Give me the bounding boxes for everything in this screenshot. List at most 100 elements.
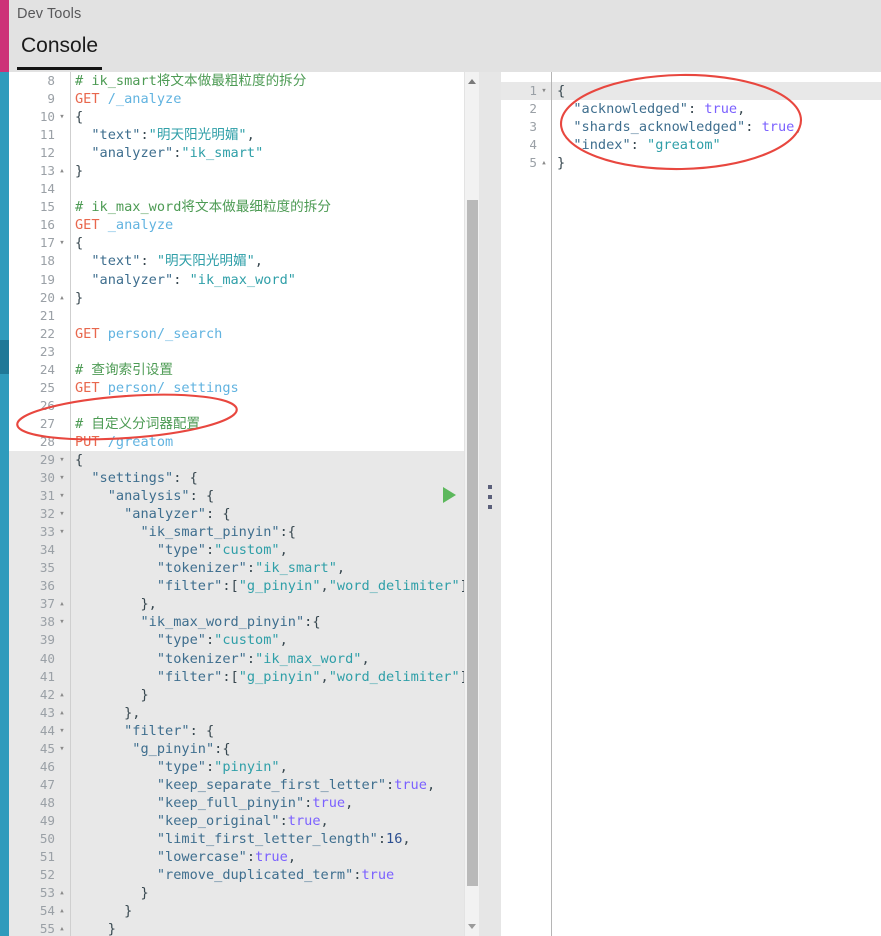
request-line[interactable]: 12 "analyzer":"ik_smart": [9, 144, 464, 163]
request-line[interactable]: 52 "remove_duplicated_term":true: [9, 866, 464, 885]
fold-collapse-icon[interactable]: ▾: [57, 487, 67, 505]
response-line[interactable]: 1 ▾ {: [501, 82, 881, 101]
request-line[interactable]: 47 "keep_separate_first_letter":true,: [9, 775, 464, 794]
request-scrollbar[interactable]: [464, 72, 479, 936]
fold-collapse-icon[interactable]: ▾: [539, 82, 549, 100]
request-line[interactable]: 48 "keep_full_pinyin":true,: [9, 793, 464, 812]
request-line[interactable]: 33 ▾ "ik_smart_pinyin":{: [9, 523, 464, 542]
line-number: 23: [39, 343, 55, 359]
request-line[interactable]: 22 GET person/_search: [9, 324, 464, 343]
request-line[interactable]: 25 GET person/_settings: [9, 378, 464, 397]
request-line[interactable]: 54 ▴ }: [9, 902, 464, 921]
fold-expand-icon[interactable]: ▴: [539, 154, 549, 172]
code-text: "lowercase":true,: [75, 848, 296, 866]
request-line[interactable]: 11 "text":"明天阳光明媚",: [9, 126, 464, 145]
request-line[interactable]: 43 ▴ },: [9, 703, 464, 722]
fold-collapse-icon[interactable]: ▾: [57, 469, 67, 487]
request-line[interactable]: 51 "lowercase":true,: [9, 848, 464, 867]
request-scrollbar-thumb[interactable]: [467, 200, 478, 886]
request-line[interactable]: 55 ▴ }: [9, 920, 464, 936]
request-line[interactable]: 9 GET /_analyze: [9, 90, 464, 109]
gutter-divider: [70, 432, 71, 451]
scroll-up-icon[interactable]: [468, 79, 476, 84]
request-line[interactable]: 53 ▴ }: [9, 884, 464, 903]
code-text: "limit_first_letter_length":16,: [75, 830, 411, 848]
fold-expand-icon[interactable]: ▴: [57, 289, 67, 307]
gutter-divider: [70, 144, 71, 163]
fold-collapse-icon[interactable]: ▾: [57, 722, 67, 740]
fold-expand-icon[interactable]: ▴: [57, 920, 67, 936]
splitter-grip-icon[interactable]: [488, 485, 492, 509]
request-line[interactable]: 27 # 自定义分词器配置: [9, 414, 464, 433]
request-line[interactable]: 44 ▾ "filter": {: [9, 721, 464, 740]
request-line[interactable]: 28 PUT /greatom: [9, 432, 464, 451]
request-line[interactable]: 18 "text": "明天阳光明媚",: [9, 252, 464, 271]
request-line[interactable]: 8 # ik_smart将文本做最粗粒度的拆分: [9, 72, 464, 91]
request-line[interactable]: 29 ▾ {: [9, 450, 464, 470]
request-line[interactable]: 30 ▾ "settings": {: [9, 469, 464, 488]
response-code-surface[interactable]: 1 ▾{2 "acknowledged": true, 3 "shards_ackn…: [501, 82, 881, 173]
fold-collapse-icon[interactable]: ▾: [57, 740, 67, 758]
request-line[interactable]: 41 "filter":["g_pinyin","word_delimiter"…: [9, 667, 468, 686]
page-scrollbar-track[interactable]: [0, 72, 9, 936]
fold-collapse-icon[interactable]: ▾: [57, 523, 67, 541]
response-line[interactable]: 3 "shards_acknowledged": true,: [501, 118, 881, 137]
request-line[interactable]: 10 ▾ {: [9, 108, 464, 127]
gutter-divider: [70, 613, 71, 632]
request-line[interactable]: 23: [9, 342, 464, 361]
fold-expand-icon[interactable]: ▴: [57, 686, 67, 704]
request-line[interactable]: 26: [9, 396, 464, 415]
gutter-divider: [70, 595, 71, 614]
response-line[interactable]: 2 "acknowledged": true,: [501, 100, 881, 119]
gutter-divider: [70, 920, 71, 936]
request-line[interactable]: 20 ▴}: [9, 288, 464, 307]
request-line[interactable]: 34 "type":"custom",: [9, 541, 464, 560]
request-line[interactable]: 14: [9, 180, 464, 199]
scroll-down-icon[interactable]: [468, 924, 476, 929]
request-line[interactable]: 32 ▾ "analyzer": {: [9, 505, 464, 524]
fold-collapse-icon[interactable]: ▾: [57, 451, 67, 469]
fold-expand-icon[interactable]: ▴: [57, 884, 67, 902]
fold-collapse-icon[interactable]: ▾: [57, 613, 67, 631]
request-pane[interactable]: 8 # ik_smart将文本做最粗粒度的拆分 9 GET /_analyze 10 ▾{…: [9, 72, 479, 936]
request-line[interactable]: 17 ▾ {: [9, 234, 464, 253]
fold-collapse-icon[interactable]: ▾: [57, 108, 67, 126]
request-line[interactable]: 35 "tokenizer":"ik_smart",: [9, 559, 464, 578]
request-line[interactable]: 40 "tokenizer":"ik_max_word",: [9, 649, 464, 668]
request-line[interactable]: 46 "type":"pinyin",: [9, 757, 464, 776]
tab-console[interactable]: Console: [17, 32, 103, 70]
request-line[interactable]: 15 # ik_max_word将文本做最细粒度的拆分: [9, 198, 464, 217]
response-line[interactable]: 5 ▴}: [501, 154, 881, 173]
gutter-divider: [70, 108, 71, 127]
fold-expand-icon[interactable]: ▴: [57, 162, 67, 180]
request-line[interactable]: 42 ▴ }: [9, 685, 464, 704]
request-line[interactable]: 45 ▾ "g_pinyin":{: [9, 739, 464, 758]
page-scrollbar-thumb[interactable]: [0, 340, 9, 374]
line-number: 49: [39, 812, 55, 828]
request-code-surface[interactable]: 8 # ik_smart将文本做最粗粒度的拆分 9 GET /_analyze 10 ▾{…: [9, 72, 468, 936]
response-pane[interactable]: 1 ▾{2 "acknowledged": true, 3 "shards_ackn…: [501, 72, 881, 936]
request-line[interactable]: 49 "keep_original":true,: [9, 811, 464, 830]
run-request-icon[interactable]: [443, 487, 456, 503]
gutter-divider: [70, 541, 71, 560]
fold-expand-icon[interactable]: ▴: [57, 704, 67, 722]
request-line[interactable]: 37 ▴ },: [9, 595, 464, 614]
request-line[interactable]: 16 GET _analyze: [9, 216, 464, 235]
token-key: "tokenizer": [75, 650, 247, 667]
fold-collapse-icon[interactable]: ▾: [57, 505, 67, 523]
request-line[interactable]: 19 "analyzer": "ik_max_word": [9, 270, 464, 289]
request-line[interactable]: 31 ▾ "analysis": {: [9, 487, 464, 506]
request-line[interactable]: 39 "type":"custom",: [9, 631, 464, 650]
pane-splitter[interactable]: [479, 72, 501, 936]
request-line[interactable]: 21: [9, 306, 464, 325]
fold-collapse-icon[interactable]: ▾: [57, 234, 67, 252]
request-line[interactable]: 24 # 查询索引设置: [9, 360, 464, 379]
request-line[interactable]: 13 ▴}: [9, 162, 464, 181]
request-line[interactable]: 36 "filter":["g_pinyin","word_delimiter"…: [9, 577, 468, 596]
fold-expand-icon[interactable]: ▴: [57, 902, 67, 920]
request-line[interactable]: 38 ▾ "ik_max_word_pinyin":{: [9, 613, 464, 632]
code-text: "text":"明天阳光明媚",: [75, 126, 254, 144]
response-line[interactable]: 4 "index": "greatom": [501, 136, 881, 155]
request-line[interactable]: 50 "limit_first_letter_length":16,: [9, 829, 464, 849]
fold-expand-icon[interactable]: ▴: [57, 595, 67, 613]
